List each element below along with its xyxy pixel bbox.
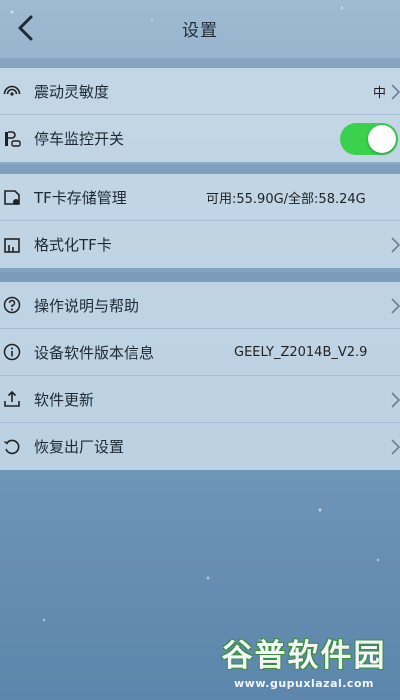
settings-group-2: TF卡存储管理 可用:55.90G/全部:58.24G 格式化TF卡 (0, 174, 400, 268)
parking-icon (2, 129, 22, 149)
row-factory-reset[interactable]: 恢复出厂设置 (0, 423, 400, 470)
version-value: GEELY_Z2014B_V2.9 (234, 344, 368, 360)
row-value: 中 (372, 85, 386, 101)
page-title: 设置 (182, 20, 218, 41)
reset-icon (2, 437, 22, 457)
chevron-right-icon (391, 439, 400, 455)
row-parking-monitor[interactable]: 停车监控开关 (0, 115, 400, 162)
settings-group-3: 操作说明与帮助 设备软件版本信息 GEELY_Z2014B_V2.9 软件更新 (0, 282, 400, 470)
row-help[interactable]: 操作说明与帮助 (0, 282, 400, 329)
watermark-url: www.gupuxlazal.com (234, 677, 374, 690)
row-software-update[interactable]: 软件更新 (0, 376, 400, 423)
section-divider (0, 164, 400, 174)
row-version-info[interactable]: 设备软件版本信息 GEELY_Z2014B_V2.9 (0, 329, 400, 376)
top-bar: 设置 (0, 0, 400, 56)
back-button[interactable] (8, 10, 44, 46)
chevron-right-icon (391, 392, 400, 408)
row-label: 设备软件版本信息 (34, 343, 155, 362)
chevron-left-icon (18, 15, 33, 41)
format-icon (2, 235, 22, 255)
watermark-title: 谷普软件园 (221, 638, 387, 674)
row-format-tf[interactable]: 格式化TF卡 (0, 221, 400, 268)
info-icon (2, 342, 22, 362)
row-label: TF卡存储管理 (34, 188, 127, 207)
signal-icon (2, 81, 22, 101)
storage-value: 可用:55.90G/全部:58.24G (206, 191, 366, 207)
section-divider (0, 272, 400, 282)
row-label: 软件更新 (34, 390, 95, 409)
row-tf-storage[interactable]: TF卡存储管理 可用:55.90G/全部:58.24G (0, 174, 400, 221)
chevron-right-icon (391, 298, 400, 314)
watermark: 谷普软件园 www.gupuxlazal.com (214, 630, 394, 694)
upload-icon (2, 389, 22, 409)
help-icon (2, 295, 22, 315)
parking-monitor-toggle[interactable] (340, 123, 398, 155)
row-label: 操作说明与帮助 (34, 296, 140, 315)
chevron-right-icon (391, 237, 400, 253)
toggle-knob (368, 125, 396, 153)
row-label: 停车监控开关 (34, 130, 125, 148)
settings-group-1: 震动灵敏度 中 停车监控开关 (0, 68, 400, 162)
section-divider (0, 58, 400, 68)
row-label: 格式化TF卡 (34, 236, 112, 254)
row-label: 震动灵敏度 (34, 82, 110, 101)
row-label: 恢复出厂设置 (34, 438, 125, 456)
row-vibration-sensitivity[interactable]: 震动灵敏度 中 (0, 68, 400, 115)
chevron-right-icon (391, 84, 400, 100)
sdcard-icon (2, 187, 22, 207)
